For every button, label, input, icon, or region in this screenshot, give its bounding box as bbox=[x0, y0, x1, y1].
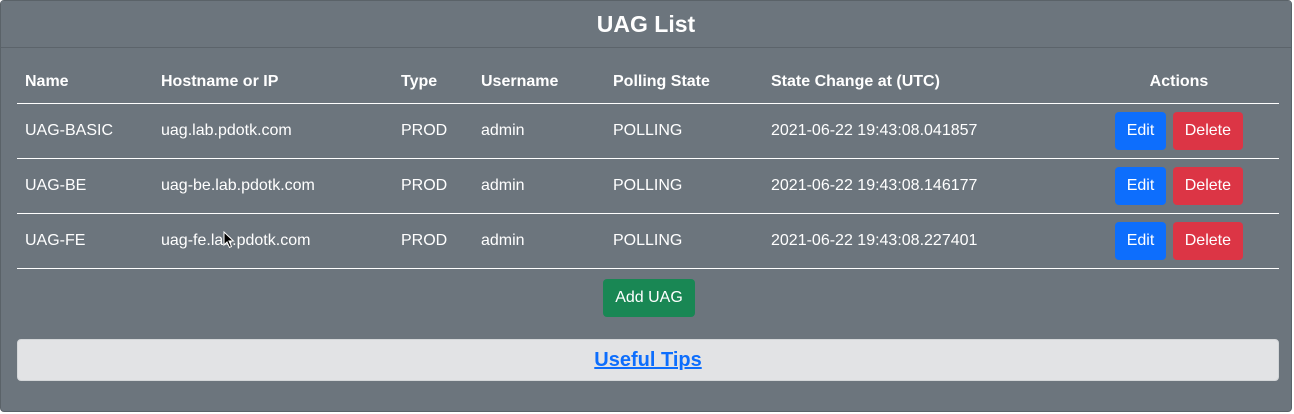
column-header-host: Hostname or IP bbox=[153, 61, 393, 104]
edit-button[interactable]: Edit bbox=[1114, 112, 1167, 150]
column-header-polling-state: Polling State bbox=[605, 61, 763, 104]
cell-name: UAG-BE bbox=[17, 158, 153, 214]
cell-state-change: 2021-06-22 19:43:08.227401 bbox=[763, 213, 1079, 269]
uag-list-card: UAG List Name Hostname or IP Type Userna… bbox=[0, 0, 1292, 412]
table-row: UAG-BE uag-be.lab.pdotk.com PROD admin P… bbox=[17, 158, 1279, 214]
uag-table: Name Hostname or IP Type Username Pollin… bbox=[17, 61, 1279, 269]
cell-host: uag-fe.lab.pdotk.com bbox=[153, 213, 393, 269]
cell-name: UAG-BASIC bbox=[17, 103, 153, 159]
cell-type: PROD bbox=[393, 158, 473, 214]
cell-polling-state: POLLING bbox=[605, 103, 763, 159]
cell-actions: Edit Delete bbox=[1079, 158, 1279, 214]
column-header-state-change: State Change at (UTC) bbox=[763, 61, 1079, 104]
cell-state-change: 2021-06-22 19:43:08.041857 bbox=[763, 103, 1079, 159]
cell-actions: Edit Delete bbox=[1079, 103, 1279, 159]
column-header-name: Name bbox=[17, 61, 153, 104]
table-header-row: Name Hostname or IP Type Username Pollin… bbox=[17, 61, 1279, 104]
table-row: UAG-BASIC uag.lab.pdotk.com PROD admin P… bbox=[17, 103, 1279, 159]
mouse-pointer-icon bbox=[223, 231, 235, 249]
uag-table-container: Name Hostname or IP Type Username Pollin… bbox=[17, 61, 1279, 269]
cell-type: PROD bbox=[393, 103, 473, 159]
delete-button[interactable]: Delete bbox=[1172, 112, 1243, 150]
add-uag-button[interactable]: Add UAG bbox=[603, 279, 695, 317]
cell-username: admin bbox=[473, 103, 605, 159]
cell-type: PROD bbox=[393, 213, 473, 269]
edit-button[interactable]: Edit bbox=[1114, 222, 1167, 260]
cell-username: admin bbox=[473, 158, 605, 214]
column-header-username: Username bbox=[473, 61, 605, 104]
card-header: UAG List bbox=[1, 1, 1291, 48]
column-header-actions: Actions bbox=[1079, 61, 1279, 104]
page-title: UAG List bbox=[596, 10, 696, 37]
cell-host: uag.lab.pdotk.com bbox=[153, 103, 393, 159]
useful-tips-link[interactable]: Useful Tips bbox=[594, 349, 701, 372]
cell-polling-state: POLLING bbox=[605, 213, 763, 269]
cell-polling-state: POLLING bbox=[605, 158, 763, 214]
edit-button[interactable]: Edit bbox=[1114, 167, 1167, 205]
table-row: UAG-FE uag-fe.lab.pdotk.com PROD admin P… bbox=[17, 213, 1279, 269]
cell-username: admin bbox=[473, 213, 605, 269]
cell-name: UAG-FE bbox=[17, 213, 153, 269]
delete-button[interactable]: Delete bbox=[1172, 167, 1243, 205]
delete-button[interactable]: Delete bbox=[1172, 222, 1243, 260]
cell-host: uag-be.lab.pdotk.com bbox=[153, 158, 393, 214]
cell-actions: Edit Delete bbox=[1079, 213, 1279, 269]
useful-tips-bar[interactable]: Useful Tips bbox=[17, 339, 1279, 381]
column-header-type: Type bbox=[393, 61, 473, 104]
cell-state-change: 2021-06-22 19:43:08.146177 bbox=[763, 158, 1079, 214]
